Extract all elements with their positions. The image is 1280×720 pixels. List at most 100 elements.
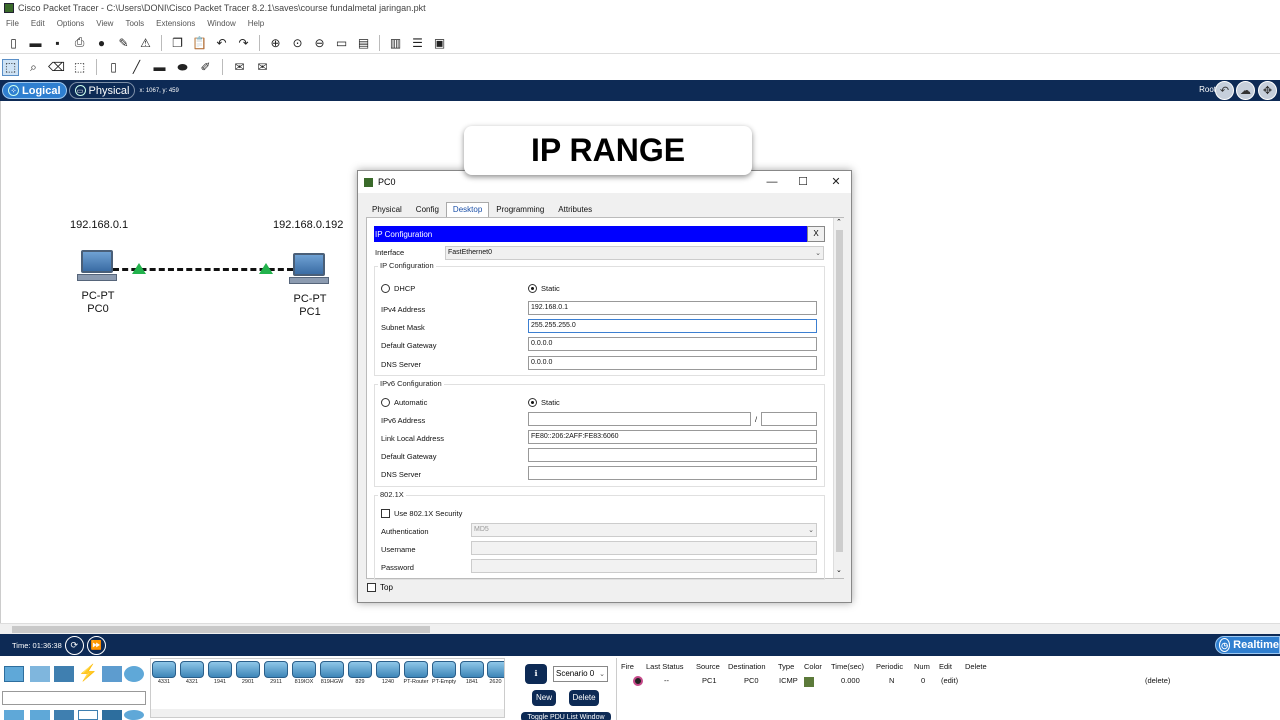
tab-config[interactable]: Config	[409, 202, 446, 217]
tab-programming[interactable]: Programming	[489, 202, 551, 217]
cluster-icon[interactable]: ☰	[409, 34, 426, 51]
hubs-icon[interactable]	[54, 710, 74, 720]
menu-file[interactable]: File	[6, 19, 19, 28]
wireless-icon[interactable]	[78, 710, 98, 720]
pc0-ip-note[interactable]: 192.168.0.1	[70, 219, 128, 231]
pc1-device[interactable]	[289, 253, 329, 284]
delete-scenario-button[interactable]: Delete	[569, 690, 599, 706]
dns-server6-input[interactable]	[528, 466, 817, 480]
print-icon[interactable]: ⎙	[71, 34, 88, 51]
device-item[interactable]: 829	[347, 661, 373, 685]
static6-radio[interactable]	[528, 398, 537, 407]
row-delete-link[interactable]: (delete)	[1145, 676, 1170, 685]
back-icon[interactable]: ↶	[1215, 81, 1234, 100]
maximize-icon[interactable]: ☐	[793, 174, 813, 190]
top-checkbox[interactable]	[367, 583, 376, 592]
device-item[interactable]: 2911	[263, 661, 289, 685]
menu-view[interactable]: View	[96, 19, 113, 28]
device-item[interactable]: 2620	[487, 661, 504, 685]
wan-emulation-icon[interactable]	[124, 710, 144, 720]
wizard-icon[interactable]: ✎	[115, 34, 132, 51]
scroll-up-icon[interactable]: ⌃	[836, 218, 842, 226]
inspect-icon[interactable]: ⌕	[25, 59, 42, 76]
panel-vertical-scrollbar[interactable]: ⌃ ⌄	[833, 218, 844, 578]
row-edit-link[interactable]: (edit)	[941, 676, 958, 685]
image-icon[interactable]: ▣	[431, 34, 448, 51]
copy-icon[interactable]: ❐	[169, 34, 186, 51]
pc0-device[interactable]	[77, 250, 117, 281]
device-item[interactable]: 1941	[207, 661, 233, 685]
static-radio[interactable]	[528, 284, 537, 293]
menu-window[interactable]: Window	[207, 19, 235, 28]
use-dot1x-checkbox[interactable]	[381, 509, 390, 518]
components-icon[interactable]	[54, 666, 74, 682]
connections-icon[interactable]: ⚡	[78, 666, 98, 682]
pc1-ip-note[interactable]: 192.168.0.192	[273, 219, 343, 231]
subnet-mask-input[interactable]: 255.255.255.0	[528, 319, 817, 333]
select-tool-icon[interactable]: ⬚	[2, 58, 19, 76]
routers-icon[interactable]	[4, 710, 24, 720]
notes-icon[interactable]: ▥	[387, 34, 404, 51]
ipv6-address-input[interactable]	[528, 412, 751, 426]
workspace-horizontal-scrollbar[interactable]	[0, 623, 1280, 634]
menu-tools[interactable]: Tools	[125, 19, 144, 28]
menu-edit[interactable]: Edit	[31, 19, 45, 28]
save-icon[interactable]: ▪	[49, 34, 66, 51]
menu-options[interactable]: Options	[57, 19, 85, 28]
move-viewport-icon[interactable]: ✥	[1258, 81, 1277, 100]
ip-config-close-button[interactable]: X	[807, 226, 825, 242]
toggle-pdu-list-button[interactable]: Toggle PDU List Window	[521, 712, 611, 720]
info-icon[interactable]: ●	[93, 34, 110, 51]
scroll-down-icon[interactable]: ⌄	[836, 566, 842, 574]
dhcp-radio[interactable]	[381, 284, 390, 293]
device-list-scrollbar[interactable]	[151, 709, 504, 717]
device-item[interactable]: 2901	[235, 661, 261, 685]
network-info-icon[interactable]: ⚠	[137, 34, 154, 51]
menu-help[interactable]: Help	[248, 19, 264, 28]
scenario-info-icon[interactable]: ℹ	[525, 664, 547, 684]
device-item[interactable]: 4321	[179, 661, 205, 685]
device-item[interactable]: 4331	[151, 661, 177, 685]
default-gateway6-input[interactable]	[528, 448, 817, 462]
delete-tool-icon[interactable]: ⌫	[48, 59, 65, 76]
device-item[interactable]: PT-Empty	[431, 661, 457, 685]
resize-shape-icon[interactable]: ⬚	[71, 59, 88, 76]
switches-icon[interactable]	[30, 710, 50, 720]
interface-select[interactable]: FastEthernet0 ⌄	[445, 246, 824, 260]
freeform-icon[interactable]: ✐	[197, 59, 214, 76]
tab-attributes[interactable]: Attributes	[551, 202, 599, 217]
network-devices-icon[interactable]	[4, 666, 24, 682]
scroll-thumb[interactable]	[836, 230, 843, 552]
realtime-mode-button[interactable]: ◷ Realtime	[1215, 636, 1280, 654]
draw-line-icon[interactable]: ╱	[128, 59, 145, 76]
ipv4-address-input[interactable]: 192.168.0.1	[528, 301, 817, 315]
device-search-input[interactable]	[2, 691, 146, 705]
logical-mode-button[interactable]: ⁘ Logical	[2, 82, 67, 99]
close-icon[interactable]: ✕	[826, 174, 846, 190]
draw-rectangle-icon[interactable]: ▬	[151, 59, 168, 76]
fast-forward-icon[interactable]: ⏩	[86, 635, 106, 655]
new-scenario-button[interactable]: New	[532, 690, 556, 706]
dns-server-input[interactable]: 0.0.0.0	[528, 356, 817, 370]
custom-devices-icon[interactable]: ▤	[355, 34, 372, 51]
redo-icon[interactable]: ↷	[235, 34, 252, 51]
minimize-icon[interactable]: —	[762, 174, 782, 190]
link-local-input[interactable]: FE80::206:2AFF:FE83:6060	[528, 430, 817, 444]
device-item[interactable]: 819HGW	[319, 661, 345, 685]
automatic-radio[interactable]	[381, 398, 390, 407]
zoom-in-icon[interactable]: ⊕	[267, 34, 284, 51]
menu-extensions[interactable]: Extensions	[156, 19, 195, 28]
scroll-thumb[interactable]	[12, 626, 430, 633]
zoom-reset-icon[interactable]: ⊙	[289, 34, 306, 51]
default-gateway-input[interactable]: 0.0.0.0	[528, 337, 817, 351]
scenario-select[interactable]: Scenario 0 ⌄	[553, 666, 608, 682]
tab-desktop[interactable]: Desktop	[445, 202, 490, 217]
device-item[interactable]: 1240	[375, 661, 401, 685]
device-item[interactable]: 1841	[459, 661, 485, 685]
undo-icon[interactable]: ↶	[213, 34, 230, 51]
ipv6-prefix-input[interactable]	[761, 412, 817, 426]
draw-ellipse-icon[interactable]: ⬬	[174, 59, 191, 76]
cloud-icon[interactable]: ☁	[1236, 81, 1255, 100]
place-note-icon[interactable]: ▯	[105, 59, 122, 76]
security-icon[interactable]	[102, 710, 122, 720]
